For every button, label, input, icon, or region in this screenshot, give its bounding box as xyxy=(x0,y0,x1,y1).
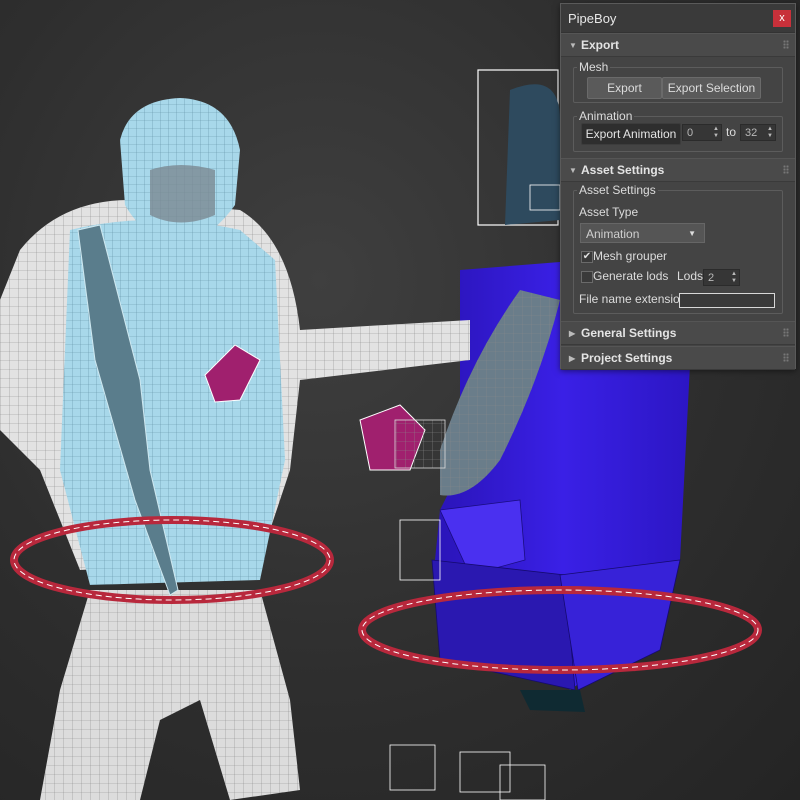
triangle-right-icon: ▶ xyxy=(569,328,576,338)
pipeboy-panel: PipeBoy x ▼ Export Mesh Export Export Se… xyxy=(560,3,796,370)
close-icon: x xyxy=(779,12,785,24)
animation-group-label: Animation xyxy=(577,109,635,123)
asset-settings-header-label: Asset Settings xyxy=(581,163,665,177)
file-name-extension-label: File name extension xyxy=(579,292,687,306)
export-header-label: Export xyxy=(581,38,620,52)
asset-settings-rollout-body: Asset Settings Asset Type Animation ▼ ✔ … xyxy=(561,182,795,321)
grip-icon[interactable] xyxy=(783,328,789,337)
project-settings-header-label: Project Settings xyxy=(581,351,673,365)
triangle-right-icon: ▶ xyxy=(569,353,576,363)
export-button[interactable]: Export xyxy=(587,77,662,99)
spinner-arrows-icon[interactable]: ▲ ▼ xyxy=(731,270,737,285)
lods-label: Lods xyxy=(677,269,704,283)
general-settings-header-label: General Settings xyxy=(581,326,677,340)
soldier-character xyxy=(0,98,470,800)
checkmark-icon: ✔ xyxy=(582,251,592,262)
asset-settings-group-label: Asset Settings xyxy=(577,183,658,197)
asset-type-value: Animation xyxy=(586,227,640,241)
asset-settings-rollout-header[interactable]: ▼ Asset Settings xyxy=(561,158,795,182)
general-settings-rollout-header[interactable]: ▶ General Settings xyxy=(561,321,795,345)
triangle-down-icon: ▼ xyxy=(569,40,577,50)
mesh-grouper-label: Mesh grouper xyxy=(593,249,668,263)
mesh-group: Mesh Export Export Selection xyxy=(573,60,783,103)
frame-from-value: 0 xyxy=(687,127,694,139)
export-rollout-header[interactable]: ▼ Export xyxy=(561,33,795,57)
panel-title: PipeBoy xyxy=(568,10,617,26)
spinner-arrows-icon[interactable]: ▲ ▼ xyxy=(767,125,773,140)
close-button[interactable]: x xyxy=(773,10,791,27)
frame-from-spinner[interactable]: 0 ▲ ▼ xyxy=(682,124,722,141)
export-selection-button[interactable]: Export Selection xyxy=(662,77,761,99)
grip-icon[interactable] xyxy=(783,165,789,174)
lods-spinner[interactable]: 2 ▲ ▼ xyxy=(703,269,740,286)
grip-icon[interactable] xyxy=(783,353,789,362)
file-name-extension-field[interactable] xyxy=(679,293,775,308)
grip-icon[interactable] xyxy=(783,40,789,49)
asset-type-label: Asset Type xyxy=(579,205,639,219)
export-animation-button[interactable]: Export Animation xyxy=(581,123,681,145)
generate-lods-checkbox[interactable] xyxy=(581,271,593,283)
spinner-arrows-icon[interactable]: ▲ ▼ xyxy=(713,125,719,140)
project-settings-rollout-header[interactable]: ▶ Project Settings xyxy=(561,346,795,370)
asset-type-dropdown[interactable]: Animation ▼ xyxy=(580,223,705,243)
frame-to-value: 32 xyxy=(745,127,758,139)
asset-settings-group: Asset Settings Asset Type Animation ▼ ✔ … xyxy=(573,183,783,314)
lods-value: 2 xyxy=(708,272,715,284)
panel-titlebar[interactable]: PipeBoy x xyxy=(561,4,795,33)
to-label: to xyxy=(726,125,737,139)
mesh-group-label: Mesh xyxy=(577,60,611,74)
animation-group: Animation Export Animation 0 ▲ ▼ to 32 ▲ ▼ xyxy=(573,109,783,152)
generate-lods-label: Generate lods xyxy=(593,269,669,283)
frame-to-spinner[interactable]: 32 ▲ ▼ xyxy=(740,124,776,141)
triangle-down-icon: ▼ xyxy=(569,165,577,175)
mesh-grouper-checkbox[interactable]: ✔ xyxy=(581,251,593,263)
chevron-down-icon: ▼ xyxy=(688,229,696,238)
export-rollout-body: Mesh Export Export Selection Animation E… xyxy=(561,57,795,158)
